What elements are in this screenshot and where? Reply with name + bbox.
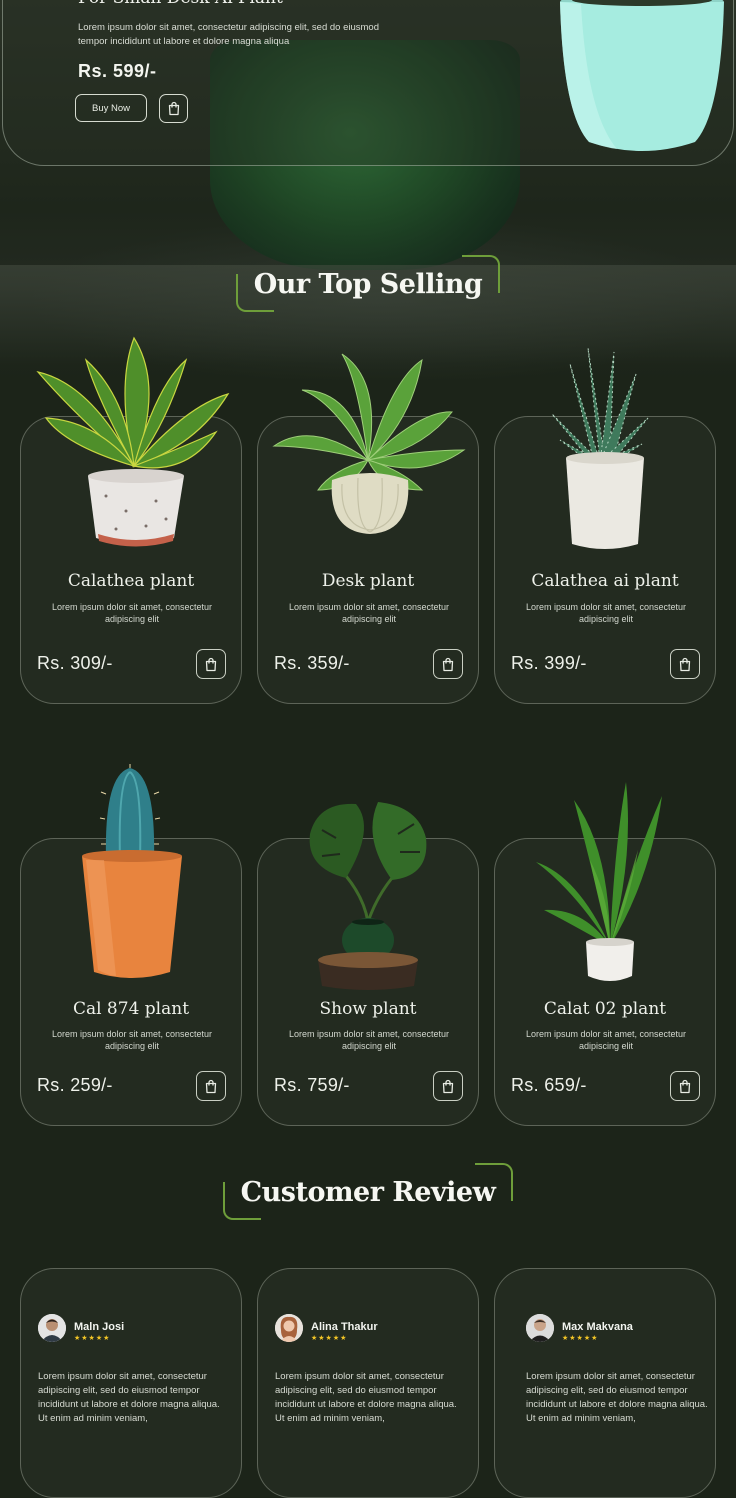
product-description: Lorem ipsum dolor sit amet, consectetur … (288, 1029, 450, 1051)
user-avatar-icon (38, 1314, 66, 1342)
add-to-cart-button[interactable] (433, 649, 463, 679)
star-rating: ★★★★★ (311, 1335, 348, 1342)
shopping-bag-icon (168, 101, 179, 116)
product-price: Rs. 399/- (511, 653, 587, 673)
review-card: Maln Josi ★★★★★ Lorem ipsum dolor sit am… (20, 1268, 242, 1498)
hero-title: For Small Desk Ai Plant (78, 0, 283, 8)
customer-review-heading: Customer Review (0, 1163, 736, 1220)
add-to-cart-button[interactable] (670, 649, 700, 679)
add-to-cart-button[interactable] (196, 1071, 226, 1101)
product-price: Rs. 759/- (274, 1075, 350, 1095)
review-text: Lorem ipsum dolor sit amet, consectetur … (275, 1371, 457, 1424)
heading-bracket-left (235, 274, 274, 312)
hero-add-to-cart-button[interactable] (159, 94, 188, 123)
shopping-bag-icon (205, 1079, 217, 1093)
product-name: Show plant (319, 999, 417, 1019)
customer-review-title: Customer Review (240, 1177, 496, 1208)
product-name: Calat 02 plant (543, 999, 667, 1019)
monstera-plant-image (309, 802, 427, 990)
reviewer-name: Maln Josi (74, 1321, 125, 1333)
product-description: Lorem ipsum dolor sit amet, consectetur … (51, 1029, 213, 1051)
review-card: Max Makvana ★★★★★ Lorem ipsum dolor sit … (494, 1268, 716, 1498)
heading-bracket-right (462, 255, 501, 293)
avatar (275, 1314, 303, 1342)
buy-now-button[interactable]: Buy Now (75, 94, 147, 122)
top-selling-title: Our Top Selling (253, 269, 483, 300)
product-name: Cal 874 plant (72, 999, 190, 1019)
shopping-bag-icon (442, 1079, 454, 1093)
product-name: Calathea ai plant (531, 571, 679, 591)
review-text: Lorem ipsum dolor sit amet, consectetur … (38, 1371, 220, 1424)
avatar (38, 1314, 66, 1342)
add-to-cart-button[interactable] (433, 1071, 463, 1101)
reviewer-name: Max Makvana (562, 1321, 633, 1333)
product-price: Rs. 359/- (274, 653, 350, 673)
reviewer-name: Alina Thakur (311, 1321, 378, 1333)
avatar (526, 1314, 554, 1342)
review-text: Lorem ipsum dolor sit amet, consectetur … (526, 1371, 708, 1424)
heading-bracket-left (222, 1182, 261, 1220)
review-card: Alina Thakur ★★★★★ Lorem ipsum dolor sit… (257, 1268, 479, 1498)
haworthia-plant-image (551, 347, 649, 549)
croton-plant-image (36, 336, 230, 547)
add-to-cart-button[interactable] (670, 1071, 700, 1101)
user-avatar-icon (275, 1314, 303, 1342)
product-description: Lorem ipsum dolor sit amet, consectetur … (525, 1029, 687, 1051)
hero-plant-pot-image (560, 0, 724, 151)
hero-price: Rs. 599/- (78, 61, 157, 81)
star-rating: ★★★★★ (74, 1335, 111, 1342)
product-description: Lorem ipsum dolor sit amet, consectetur … (288, 602, 450, 624)
product-price: Rs. 309/- (37, 653, 113, 673)
user-avatar-icon (526, 1314, 554, 1342)
add-to-cart-button[interactable] (196, 649, 226, 679)
shopping-bag-icon (442, 657, 454, 671)
product-price: Rs. 659/- (511, 1075, 587, 1095)
top-selling-heading: Our Top Selling (0, 255, 736, 312)
pothos-plant-image (272, 353, 466, 534)
cactus-plant-image (82, 764, 182, 978)
dracaena-plant-image (536, 782, 662, 981)
product-name: Calathea plant (67, 571, 195, 591)
star-rating: ★★★★★ (562, 1335, 599, 1342)
product-description: Lorem ipsum dolor sit amet, consectetur … (51, 602, 213, 624)
product-price: Rs. 259/- (37, 1075, 113, 1095)
shopping-bag-icon (679, 1079, 691, 1093)
shopping-bag-icon (679, 657, 691, 671)
hero-description: Lorem ipsum dolor sit amet, consectetur … (78, 22, 379, 47)
heading-bracket-right (475, 1163, 514, 1201)
product-description: Lorem ipsum dolor sit amet, consectetur … (525, 602, 687, 624)
shopping-bag-icon (205, 657, 217, 671)
product-name: Desk plant (321, 571, 415, 591)
